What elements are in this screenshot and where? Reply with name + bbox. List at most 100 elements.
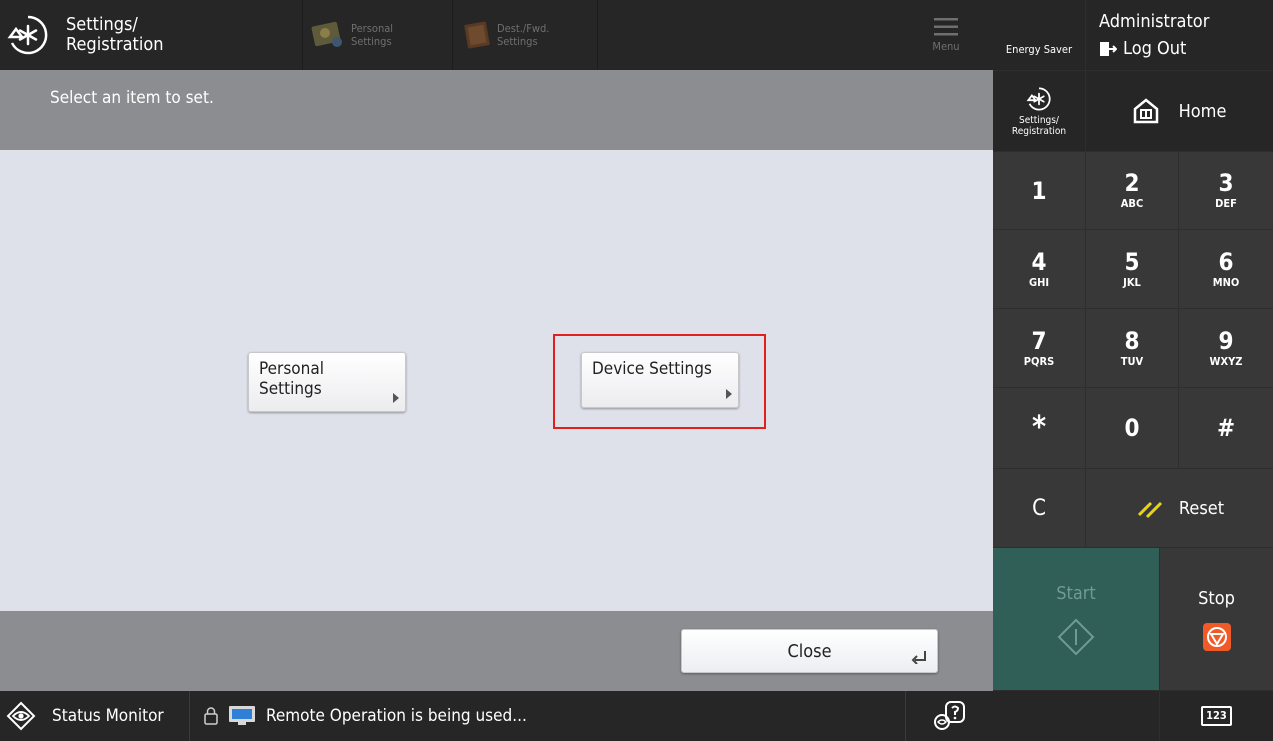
clear-button[interactable]: C — [993, 469, 1085, 547]
key-letters: PQRS — [1023, 354, 1055, 368]
key-5[interactable]: 5 JKL — [1086, 230, 1178, 308]
remote-operation-text: Remote Operation is being used... — [266, 706, 527, 726]
key-letters: GHI — [1028, 275, 1050, 289]
key-label: 3 — [1218, 169, 1234, 197]
clear-label: C — [1032, 495, 1046, 521]
personal-settings-label-line1: Personal — [259, 359, 324, 379]
key-4[interactable]: 4 GHI — [993, 230, 1085, 308]
moon-icon — [1033, 15, 1043, 36]
energy-saver-label: Energy Saver — [1005, 42, 1073, 56]
key-letters: MNO — [1212, 275, 1240, 289]
key-label: 6 — [1218, 247, 1234, 276]
reset-button[interactable]: Reset — [1086, 469, 1273, 547]
address-book-icon — [464, 21, 490, 49]
logout-icon — [1100, 41, 1117, 56]
remote-ui-icon — [933, 701, 965, 730]
top-bar: Settings/ Registration Personal Settings… — [0, 0, 993, 70]
remote-monitor-icon — [229, 706, 255, 725]
key-label: * — [1031, 410, 1047, 445]
page-title: Settings/ Registration — [66, 15, 164, 55]
personal-settings-button[interactable]: Personal Settings — [248, 352, 406, 412]
key-9[interactable]: 9 WXYZ — [1179, 309, 1273, 387]
personal-settings-label-line2: Settings — [259, 379, 322, 399]
logout-label: Log Out — [1123, 38, 1187, 59]
menu-button[interactable]: Menu — [920, 0, 972, 70]
settings-registration-button[interactable]: Settings/ Registration — [993, 71, 1085, 151]
remote-operation-button[interactable] — [905, 691, 993, 741]
settings-registration-icon — [1026, 86, 1051, 110]
start-diamond-icon — [1057, 618, 1095, 655]
key-label: 8 — [1124, 326, 1140, 355]
lock-icon — [204, 707, 218, 725]
key-letters: DEF — [1215, 197, 1237, 210]
numeric-keypad-button[interactable]: 123 — [1160, 691, 1273, 741]
remote-operation-status: Remote Operation is being used... — [202, 691, 527, 741]
settings-registration-icon — [7, 15, 48, 55]
instruction-text: Select an item to set. — [50, 88, 214, 108]
hamburger-menu-icon — [934, 17, 958, 35]
key-label: 1 — [1031, 176, 1047, 205]
close-label: Close — [787, 641, 832, 662]
key-8[interactable]: 8 TUV — [1086, 309, 1178, 387]
dest-shortcut-line2: Settings — [497, 35, 538, 48]
energy-saver-button[interactable]: Energy Saver — [993, 0, 1085, 70]
key-1[interactable]: 1 — [993, 152, 1085, 229]
key-asterisk[interactable]: * — [993, 388, 1085, 468]
control-panel: Energy Saver Administrator Log Out Setti… — [993, 0, 1273, 741]
key-6[interactable]: 6 MNO — [1179, 230, 1273, 308]
home-button[interactable]: Home — [1086, 71, 1273, 151]
status-monitor-button[interactable]: Status Monitor — [0, 691, 190, 741]
start-button[interactable]: Start — [993, 548, 1159, 690]
dest-fwd-settings-shortcut[interactable]: Dest./Fwd. Settings — [452, 0, 598, 70]
key-3[interactable]: 3 DEF — [1179, 152, 1273, 229]
menu-label: Menu — [932, 39, 960, 53]
bottom-band: Close — [0, 611, 993, 691]
key-letters: JKL — [1123, 275, 1141, 289]
chevron-right-icon — [393, 393, 399, 403]
key-7[interactable]: 7 PQRS — [993, 309, 1085, 387]
key-letters: WXYZ — [1209, 354, 1243, 368]
start-label: Start — [1056, 582, 1096, 604]
close-button[interactable]: Close — [681, 629, 938, 673]
key-2[interactable]: 2 ABC — [1086, 152, 1178, 229]
chevron-right-icon — [726, 389, 732, 399]
stop-icon — [1202, 622, 1231, 651]
user-name: Administrator — [1099, 11, 1210, 32]
key-label: 4 — [1031, 247, 1047, 276]
status-monitor-icon — [6, 701, 36, 731]
key-0[interactable]: 0 — [1086, 388, 1178, 468]
key-label: 9 — [1218, 326, 1234, 355]
key-label: 5 — [1124, 247, 1140, 276]
logout-button[interactable]: Log Out — [1099, 38, 1186, 59]
key-hash[interactable]: # — [1179, 388, 1273, 468]
settings-label-line2: Registration — [1011, 125, 1067, 137]
dest-shortcut-line1: Dest./Fwd. — [497, 22, 550, 35]
user-area: Administrator Log Out — [1086, 0, 1273, 70]
personal-shortcut-line2: Settings — [351, 35, 392, 48]
settings-title-area: Settings/ Registration — [0, 0, 300, 70]
numeric-keys-icon: 123 — [1201, 706, 1232, 726]
blank-panel-cell — [993, 691, 1159, 741]
prompt-band: Select an item to set. — [0, 70, 993, 150]
status-bar: Status Monitor Remote Operation is being… — [0, 691, 993, 741]
home-label: Home — [1178, 100, 1227, 122]
device-settings-label: Device Settings — [592, 359, 712, 379]
return-arrow-icon — [911, 651, 926, 664]
personal-settings-icon — [311, 21, 342, 47]
personal-settings-shortcut[interactable]: Personal Settings — [302, 0, 450, 70]
stop-label: Stop — [1198, 587, 1235, 609]
status-monitor-label: Status Monitor — [52, 706, 164, 726]
settings-label-line1: Settings/ — [1019, 114, 1059, 126]
reset-icon — [1137, 501, 1162, 519]
key-label: 0 — [1124, 414, 1140, 442]
home-icon — [1133, 98, 1158, 124]
key-label: 7 — [1031, 326, 1047, 355]
key-label: # — [1216, 414, 1236, 442]
page-title-line1: Settings/ — [66, 14, 138, 35]
device-settings-button[interactable]: Device Settings — [581, 352, 739, 408]
stop-button[interactable]: Stop — [1160, 548, 1273, 690]
main-area: Personal Settings Device Settings — [0, 150, 993, 611]
reset-label: Reset — [1178, 497, 1225, 519]
key-letters: TUV — [1120, 354, 1144, 368]
page-title-line2: Registration — [66, 34, 164, 55]
